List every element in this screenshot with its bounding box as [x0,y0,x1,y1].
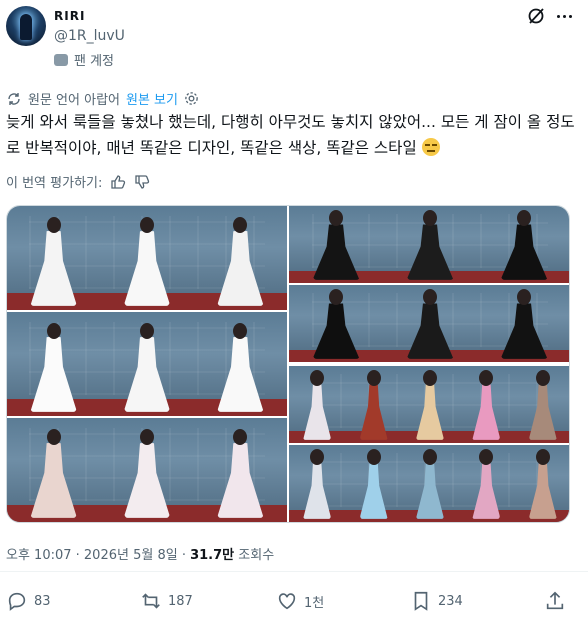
show-original-link[interactable]: 원본 보기 [126,89,178,108]
share-button[interactable] [544,590,566,612]
user-handle[interactable]: @1R_luvU [54,28,125,44]
thumbs-up-icon[interactable] [110,174,126,190]
reply-count: 83 [34,593,51,609]
thumbs-down-icon[interactable] [134,174,150,190]
heart-icon [278,593,296,610]
figure-head [366,449,381,466]
divider [0,571,588,572]
photo-panel [7,312,287,416]
right-top-photo[interactable] [289,206,569,364]
figure-head [46,428,61,445]
left-photo[interactable] [7,206,287,522]
rate-translation: 이 번역 평가하기: [6,172,150,191]
bookmark-button[interactable]: 234 [410,590,463,612]
bookmark-count: 234 [438,593,463,609]
source-language-text: 원문 언어 아랍어 [28,93,120,108]
more-dot-icon [556,14,560,18]
view-count: 31.7만 [190,548,235,563]
photo-panel [7,418,287,522]
post-time[interactable]: 오후 10:07 · 2026년 5월 8일 · [6,548,190,563]
photo-panel [7,206,287,310]
gear-icon[interactable] [184,91,199,106]
figure-head [140,216,154,233]
account-type-text: 팬 계정 [74,54,115,69]
avatar[interactable] [6,6,46,46]
tweet-text: 늦게 와서 룩들을 놓쳤나 했는데, 다행히 아무것도 놓치지 않았어... 모… [6,109,576,161]
figure-head [140,428,154,445]
repost-count: 187 [168,593,193,609]
figure-head [46,322,61,339]
media-grid[interactable] [6,205,570,523]
theater-masks-icon [54,53,68,66]
photo-panel [289,206,569,283]
repost-icon [142,593,160,609]
more-dot-icon [562,14,566,18]
bookmark-icon [414,591,428,611]
share-icon [546,591,564,610]
reply-icon [8,592,26,611]
figure-head [140,322,154,339]
repost-button[interactable]: 187 [140,590,193,612]
figure-head [366,370,381,387]
like-button[interactable]: 1천 [276,590,324,612]
tweet-body: 늦게 와서 룩들을 놓쳤나 했는데, 다행히 아무것도 놓치지 않았어... 모… [6,113,575,157]
views-label: 조회수 [234,548,275,563]
timestamp-row: 오후 10:07 · 2026년 5월 8일 · 31.7만 조회수 [6,544,274,563]
rate-label: 이 번역 평가하기: [6,176,103,191]
reply-button[interactable]: 83 [6,590,51,612]
grok-icon[interactable] [526,6,546,26]
display-name[interactable]: RIRI [54,9,85,23]
translate-icon [8,92,20,105]
like-count: 1천 [304,595,325,611]
photo-panel [289,285,569,362]
more-dot-icon [568,14,572,18]
account-label: 팬 계정 [54,50,114,69]
expressionless-face-emoji-icon [421,138,440,156]
photo-panel [289,366,569,443]
more-options-button[interactable] [550,6,578,26]
figure-head [46,216,61,233]
action-bar: 83 187 1천 234 [0,590,588,616]
photo-panel [289,445,569,522]
translation-note: 원문 언어 아랍어 원본 보기 [6,89,199,108]
right-bottom-photo[interactable] [289,366,569,522]
